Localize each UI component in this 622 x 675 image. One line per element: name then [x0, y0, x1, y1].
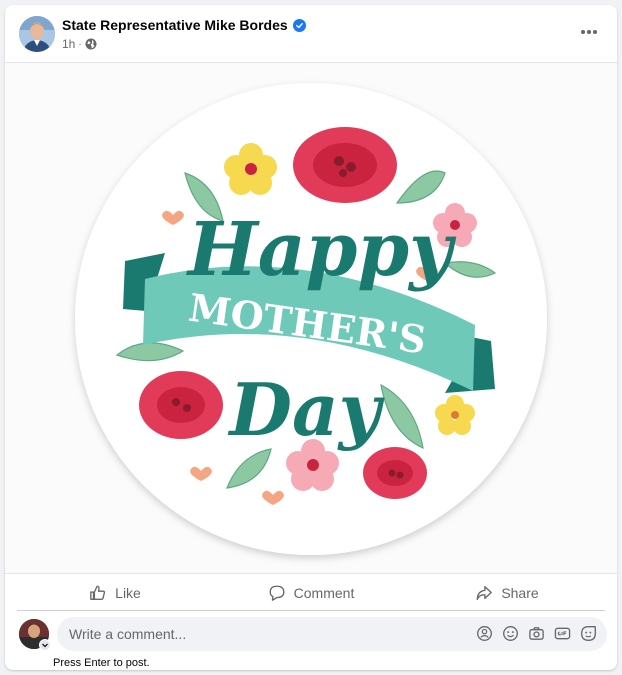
mothers-day-artwork: Happy MOTHER'S Day	[75, 83, 547, 555]
globe-icon[interactable]	[85, 38, 97, 50]
post-card: State Representative Mike Bordes 1h · Ha…	[5, 5, 617, 670]
camera-icon[interactable]	[528, 625, 545, 642]
author-name-text[interactable]: State Representative Mike Bordes	[62, 17, 288, 33]
sticker-icon[interactable]	[580, 625, 597, 642]
emoji-icon[interactable]	[502, 625, 519, 642]
post-meta: 1h ·	[62, 37, 97, 51]
verified-badge-icon	[292, 18, 306, 32]
avatar-sticker-icon[interactable]	[476, 625, 493, 642]
like-label: Like	[115, 584, 141, 601]
chevron-down-icon[interactable]	[39, 639, 51, 651]
happy-text: Happy	[186, 207, 457, 293]
comment-tools	[476, 625, 597, 642]
post-timestamp[interactable]: 1h	[62, 37, 75, 51]
gif-icon[interactable]	[554, 625, 571, 642]
like-icon	[90, 585, 106, 600]
share-button[interactable]: Share	[409, 575, 605, 610]
post-image[interactable]: Happy MOTHER'S Day	[5, 62, 617, 574]
comment-icon	[269, 585, 285, 601]
comment-composer	[17, 617, 607, 651]
share-label: Share	[501, 584, 539, 601]
post-header: State Representative Mike Bordes 1h ·	[5, 5, 617, 61]
author-name[interactable]: State Representative Mike Bordes	[62, 17, 306, 33]
meta-separator: ·	[78, 38, 82, 50]
post-actions: Like Comment Share	[17, 575, 605, 611]
day-text: Day	[228, 367, 385, 452]
author-avatar[interactable]	[19, 16, 55, 52]
press-enter-hint: Press Enter to post.	[53, 657, 150, 669]
more-options-icon[interactable]	[577, 22, 601, 42]
comment-button[interactable]: Comment	[213, 575, 409, 610]
share-icon	[476, 585, 493, 600]
like-button[interactable]: Like	[17, 575, 213, 610]
comment-label: Comment	[293, 584, 355, 601]
